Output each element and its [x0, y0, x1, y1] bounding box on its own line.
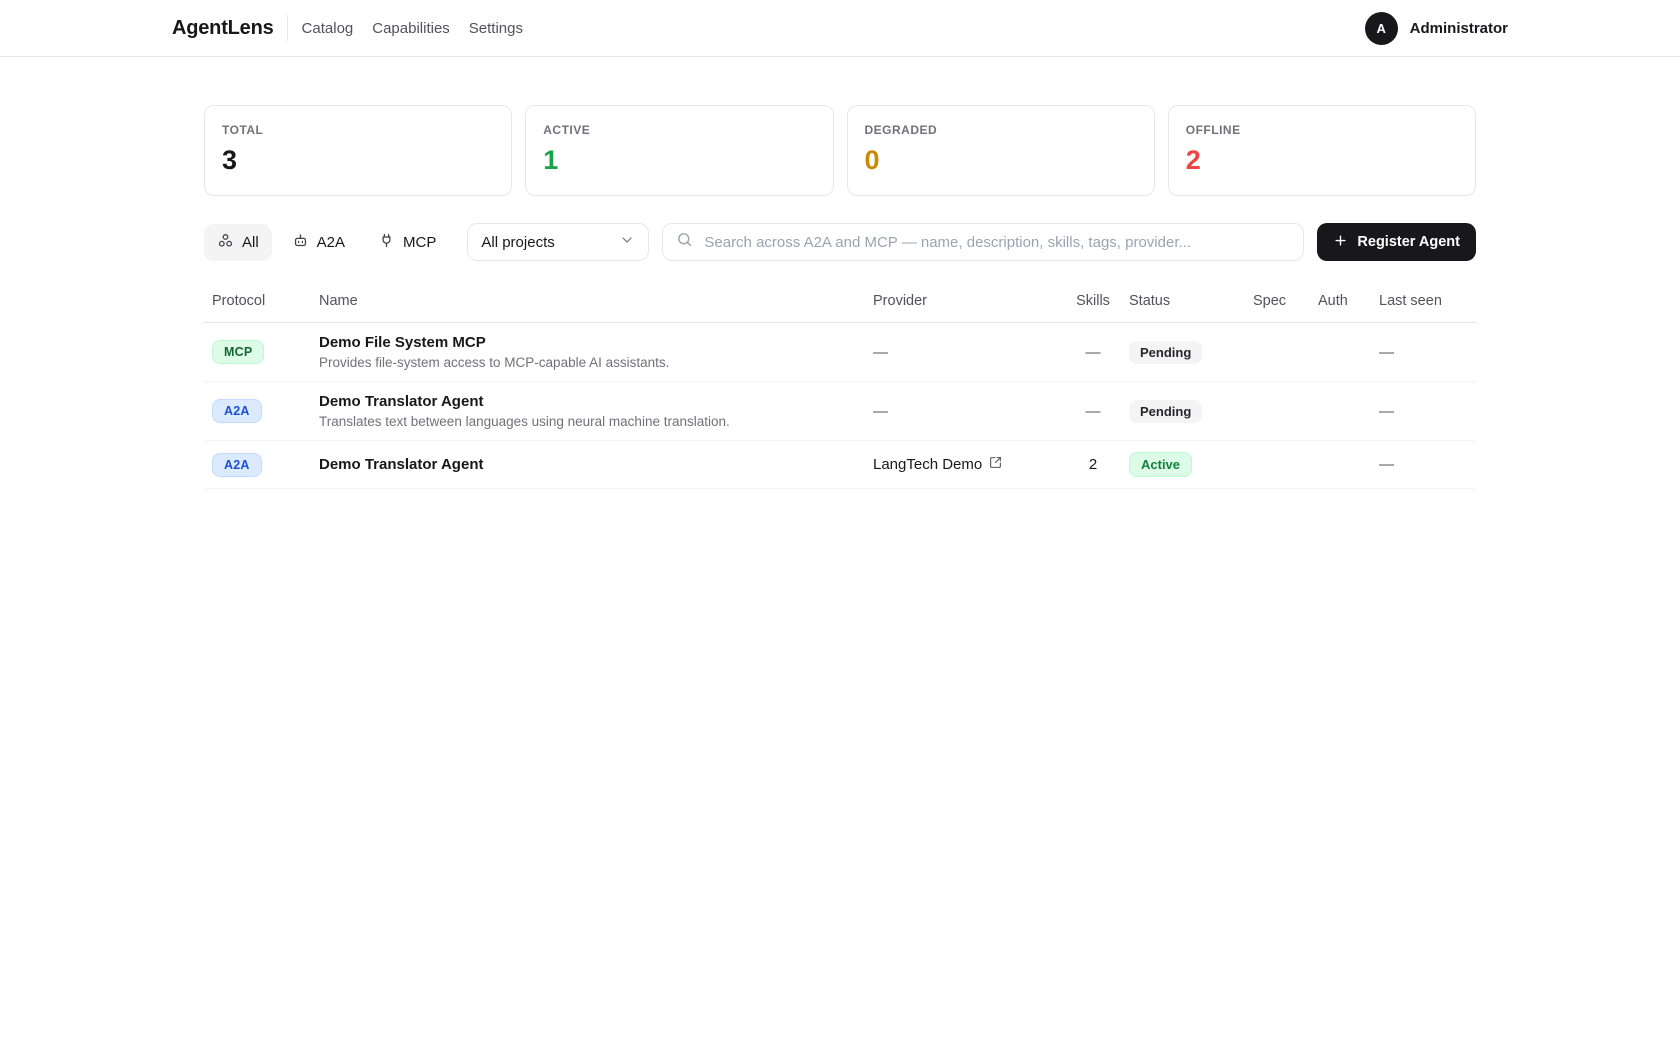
provider-cell: —	[873, 403, 888, 420]
project-select[interactable]: All projects	[467, 223, 649, 261]
stat-card-degraded: DEGRADED 0	[847, 105, 1155, 196]
external-link-icon	[989, 456, 1002, 473]
hub-icon	[217, 232, 234, 253]
stat-label: OFFLINE	[1186, 123, 1458, 137]
main-content: TOTAL 3 ACTIVE 1 DEGRADED 0 OFFLINE 2 Al	[204, 57, 1476, 549]
user-menu[interactable]: A Administrator	[1365, 12, 1508, 45]
stat-value-active: 1	[543, 147, 815, 174]
table-row[interactable]: A2A Demo Translator Agent Translates tex…	[204, 382, 1476, 441]
column-header-name: Name	[311, 287, 865, 323]
column-header-auth: Auth	[1310, 287, 1371, 323]
user-name: Administrator	[1410, 20, 1508, 37]
filter-bar: All A2A MCP	[204, 223, 1476, 261]
search-input[interactable]	[702, 233, 1290, 252]
stat-card-active: ACTIVE 1	[525, 105, 833, 196]
agent-name-link[interactable]: Demo File System MCP	[319, 334, 857, 351]
table-header-row: Protocol Name Provider Skills Status Spe…	[204, 287, 1476, 323]
tab-label: MCP	[403, 234, 436, 251]
plug-icon	[378, 232, 395, 253]
search-box	[662, 223, 1304, 261]
top-navigation-bar: AgentLens Catalog Capabilities Settings …	[0, 0, 1680, 57]
agent-description: Provides file-system access to MCP-capab…	[319, 355, 857, 370]
tab-mcp[interactable]: MCP	[365, 224, 449, 261]
project-select-value: All projects	[481, 234, 554, 251]
main-nav: Catalog Capabilities Settings	[302, 20, 523, 37]
stats-row: TOTAL 3 ACTIVE 1 DEGRADED 0 OFFLINE 2	[204, 105, 1476, 196]
status-badge: Active	[1129, 452, 1192, 477]
table-row[interactable]: A2A Demo Translator Agent LangTech Demo	[204, 441, 1476, 489]
stat-value-total: 3	[222, 147, 494, 174]
stat-label: ACTIVE	[543, 123, 815, 137]
skills-cell: —	[1086, 403, 1101, 420]
column-header-status: Status	[1121, 287, 1245, 323]
column-header-protocol: Protocol	[204, 287, 311, 323]
protocol-badge: A2A	[212, 399, 262, 423]
stat-card-offline: OFFLINE 2	[1168, 105, 1476, 196]
last-seen-cell: —	[1379, 344, 1394, 361]
tab-all-protocols[interactable]: All	[204, 224, 272, 261]
column-header-spec: Spec	[1245, 287, 1310, 323]
stat-value-degraded: 0	[865, 147, 1137, 174]
nav-item-catalog[interactable]: Catalog	[302, 20, 354, 37]
avatar[interactable]: A	[1365, 12, 1398, 45]
status-badge: Pending	[1129, 400, 1202, 423]
column-header-skills: Skills	[1065, 287, 1121, 323]
chevron-down-icon	[619, 232, 635, 252]
protocol-filter-tabs: All A2A MCP	[204, 224, 449, 261]
tab-label: A2A	[317, 234, 345, 251]
skills-cell: 2	[1089, 456, 1097, 473]
column-header-provider: Provider	[865, 287, 1065, 323]
tab-a2a[interactable]: A2A	[279, 224, 358, 261]
column-header-last-seen: Last seen	[1371, 287, 1476, 323]
register-agent-label: Register Agent	[1357, 234, 1460, 250]
provider-external-link[interactable]: LangTech Demo	[873, 456, 1002, 473]
stat-label: TOTAL	[222, 123, 494, 137]
robot-icon	[292, 232, 309, 253]
provider-name: LangTech Demo	[873, 456, 982, 473]
agent-description: Translates text between languages using …	[319, 414, 857, 429]
agent-name-link[interactable]: Demo Translator Agent	[319, 456, 857, 473]
stat-card-total: TOTAL 3	[204, 105, 512, 196]
agents-table: Protocol Name Provider Skills Status Spe…	[204, 287, 1476, 489]
plus-icon	[1333, 233, 1348, 252]
agent-name-link[interactable]: Demo Translator Agent	[319, 393, 857, 410]
stat-value-offline: 2	[1186, 147, 1458, 174]
table-row[interactable]: MCP Demo File System MCP Provides file-s…	[204, 323, 1476, 382]
header-divider	[287, 15, 288, 41]
nav-item-capabilities[interactable]: Capabilities	[372, 20, 450, 37]
last-seen-cell: —	[1379, 403, 1394, 420]
stat-label: DEGRADED	[865, 123, 1137, 137]
nav-item-settings[interactable]: Settings	[469, 20, 523, 37]
status-badge: Pending	[1129, 341, 1202, 364]
last-seen-cell: —	[1379, 456, 1394, 473]
protocol-badge: MCP	[212, 340, 264, 364]
skills-cell: —	[1086, 344, 1101, 361]
provider-cell: —	[873, 344, 888, 361]
tab-label: All	[242, 234, 259, 251]
search-icon	[676, 231, 693, 253]
app-logo[interactable]: AgentLens	[172, 17, 274, 40]
register-agent-button[interactable]: Register Agent	[1317, 223, 1476, 261]
protocol-badge: A2A	[212, 453, 262, 477]
